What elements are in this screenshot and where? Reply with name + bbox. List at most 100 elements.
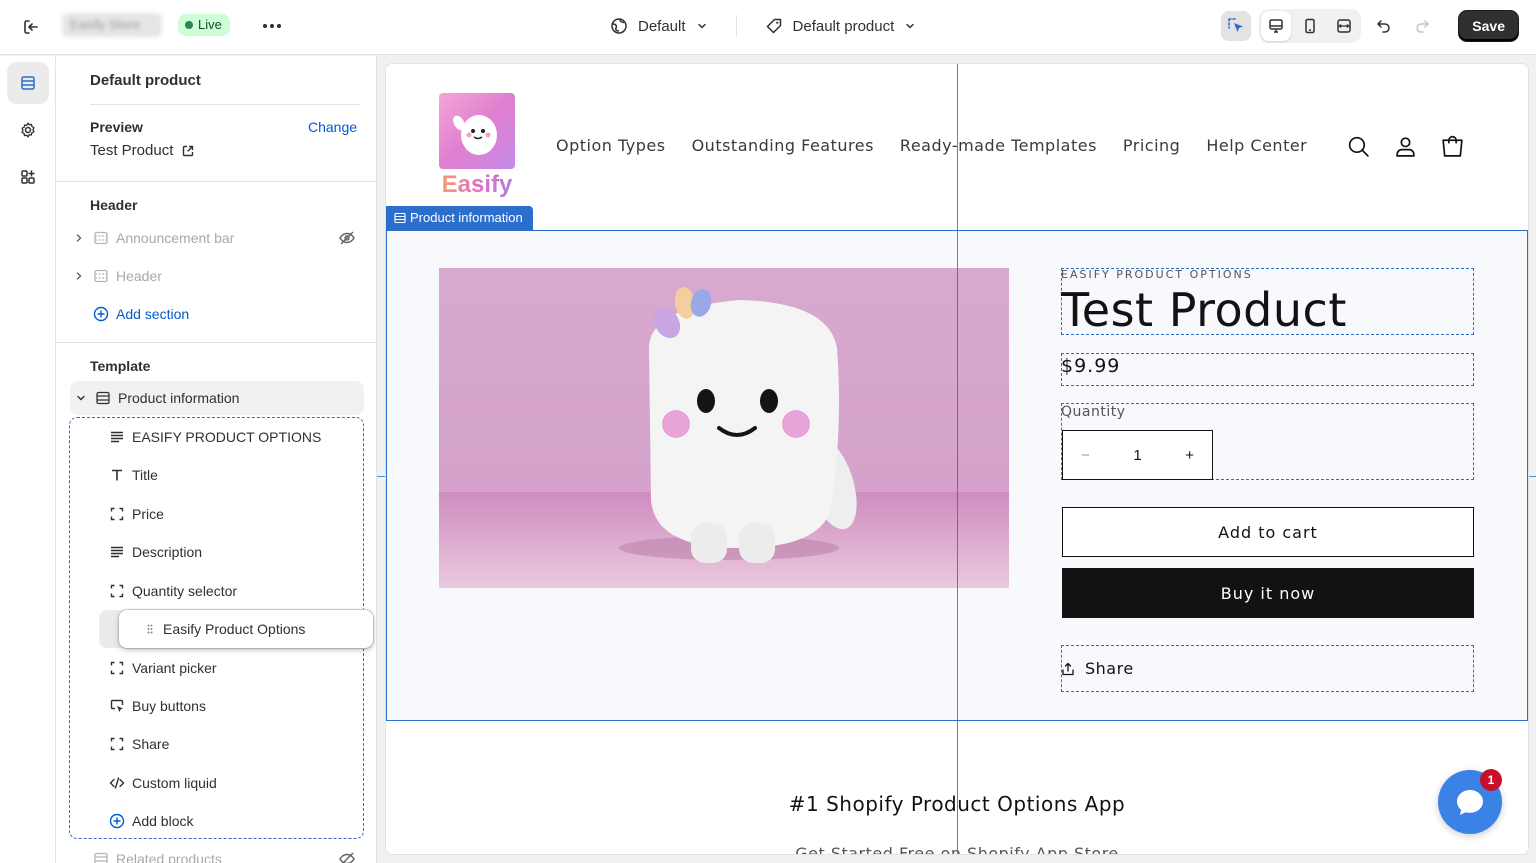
- section-icon: [92, 230, 110, 246]
- quantity-increase-button[interactable]: +: [1185, 447, 1194, 464]
- store-logo[interactable]: Easify: [439, 93, 515, 198]
- chevron-down-icon[interactable]: [74, 393, 88, 403]
- section-icon: [94, 390, 112, 406]
- theme-selector[interactable]: Default: [610, 17, 708, 35]
- section-icon: [92, 268, 110, 284]
- buy-it-now-button[interactable]: Buy it now: [1062, 568, 1474, 618]
- nav-link[interactable]: Option Types: [556, 136, 666, 155]
- section-icon: [92, 851, 110, 863]
- product-vendor: EASIFY PRODUCT OPTIONS: [1061, 268, 1253, 281]
- section-related-products[interactable]: Related products: [92, 842, 376, 863]
- rail-sections-button[interactable]: [7, 62, 49, 104]
- left-rail: [0, 56, 56, 863]
- mobile-view-button[interactable]: [1295, 11, 1325, 41]
- block-price[interactable]: Price: [108, 499, 164, 529]
- nav-link[interactable]: Ready-made Templates: [900, 136, 1097, 155]
- nav-link[interactable]: Pricing: [1123, 136, 1180, 155]
- frame-icon: [108, 583, 126, 599]
- share-button[interactable]: Share: [1061, 659, 1134, 678]
- section-product-information[interactable]: Product information: [70, 381, 364, 415]
- more-actions-button[interactable]: [258, 13, 286, 39]
- drag-handle-icon[interactable]: [147, 624, 153, 634]
- undo-button[interactable]: [1369, 11, 1399, 41]
- add-to-cart-button[interactable]: Add to cart: [1062, 507, 1474, 557]
- center-guide-line: [957, 64, 958, 854]
- tag-icon: [765, 17, 783, 35]
- selected-section-tag[interactable]: Product information: [386, 206, 533, 230]
- logo-mascot-image: [439, 93, 515, 169]
- plus-circle-icon: [92, 306, 110, 322]
- section-label: Product information: [118, 390, 240, 406]
- block-share[interactable]: Share: [108, 729, 169, 759]
- redo-button[interactable]: [1407, 11, 1437, 41]
- block-title[interactable]: Title: [108, 460, 158, 490]
- section-icon: [394, 212, 406, 224]
- undo-icon: [1375, 17, 1393, 35]
- block-custom-liquid[interactable]: Custom liquid: [108, 768, 217, 798]
- chevron-down-icon: [696, 20, 708, 32]
- chat-bubble-icon: [1452, 784, 1488, 820]
- inspector-toggle-button[interactable]: [1221, 11, 1252, 41]
- add-section-label: Add section: [116, 306, 190, 322]
- product-title: Test Product: [1061, 283, 1347, 337]
- theme-label: Default: [638, 17, 686, 35]
- unread-count-badge: 1: [1480, 769, 1502, 791]
- cart-icon[interactable]: [1440, 134, 1465, 159]
- share-label: Share: [1085, 659, 1134, 678]
- type-icon: [108, 467, 126, 483]
- store-name[interactable]: Easify Store: [62, 13, 162, 37]
- preview-product-name: Test Product: [90, 142, 174, 159]
- block-label: Title: [132, 467, 158, 483]
- eye-hidden-icon[interactable]: [338, 230, 356, 246]
- product-price: $9.99: [1061, 355, 1121, 377]
- quantity-value[interactable]: 1: [1133, 447, 1141, 464]
- preview-canvas[interactable]: Easify Option Types Outstanding Features…: [386, 64, 1528, 854]
- section-header[interactable]: Header: [72, 259, 364, 293]
- account-icon[interactable]: [1393, 134, 1418, 159]
- block-label: Price: [132, 506, 164, 522]
- block-label: Description: [132, 544, 203, 560]
- block-quantity-selector[interactable]: Quantity selector: [108, 576, 237, 606]
- nav-link[interactable]: Help Center: [1206, 136, 1307, 155]
- section-announcement-bar[interactable]: Announcement bar: [72, 221, 364, 255]
- add-block-button[interactable]: Add block: [108, 806, 193, 836]
- sections-icon: [19, 74, 37, 92]
- rail-apps-button[interactable]: [7, 156, 49, 198]
- product-image[interactable]: [439, 268, 1009, 588]
- quantity-stepper[interactable]: − 1 +: [1062, 430, 1213, 480]
- top-bar: Easify Store Live Default Default produc…: [0, 0, 1536, 55]
- search-icon[interactable]: [1346, 134, 1371, 159]
- block-description[interactable]: Description: [108, 537, 202, 567]
- preview-product[interactable]: Test Product: [90, 142, 195, 159]
- change-preview-link[interactable]: Change: [308, 119, 357, 135]
- template-selector[interactable]: Default product: [765, 17, 917, 35]
- section-tag-label: Product information: [410, 210, 523, 225]
- desktop-icon: [1267, 17, 1285, 35]
- frame-icon: [108, 660, 126, 676]
- share-icon: [1061, 662, 1075, 676]
- frame-icon: [108, 506, 126, 522]
- block-label: Custom liquid: [132, 775, 217, 791]
- eye-hidden-icon[interactable]: [338, 851, 356, 863]
- quantity-decrease-button[interactable]: −: [1081, 447, 1090, 464]
- block-label: Share: [132, 736, 170, 752]
- dragging-block[interactable]: Easify Product Options: [119, 610, 373, 648]
- full-width-view-button[interactable]: [1329, 11, 1359, 41]
- section-label: Related products: [116, 851, 222, 863]
- rail-settings-button[interactable]: [7, 109, 49, 151]
- chevron-right-icon[interactable]: [72, 271, 86, 281]
- exit-icon[interactable]: [18, 14, 44, 40]
- add-section-button[interactable]: Add section: [92, 297, 376, 331]
- block-label: Quantity selector: [132, 583, 238, 599]
- block-easify-product-options[interactable]: EASIFY PRODUCT OPTIONS: [108, 422, 321, 452]
- save-button[interactable]: Save: [1459, 11, 1518, 41]
- header-group-heading: Header: [90, 197, 138, 213]
- template-group-heading: Template: [90, 358, 151, 374]
- block-label: Variant picker: [132, 660, 217, 676]
- desktop-view-button[interactable]: [1261, 11, 1292, 41]
- block-buy-buttons[interactable]: Buy buttons: [108, 691, 206, 721]
- block-variant-picker[interactable]: Variant picker: [108, 653, 217, 683]
- chevron-right-icon[interactable]: [72, 233, 86, 243]
- section-label: Announcement bar: [116, 230, 235, 246]
- nav-link[interactable]: Outstanding Features: [692, 136, 874, 155]
